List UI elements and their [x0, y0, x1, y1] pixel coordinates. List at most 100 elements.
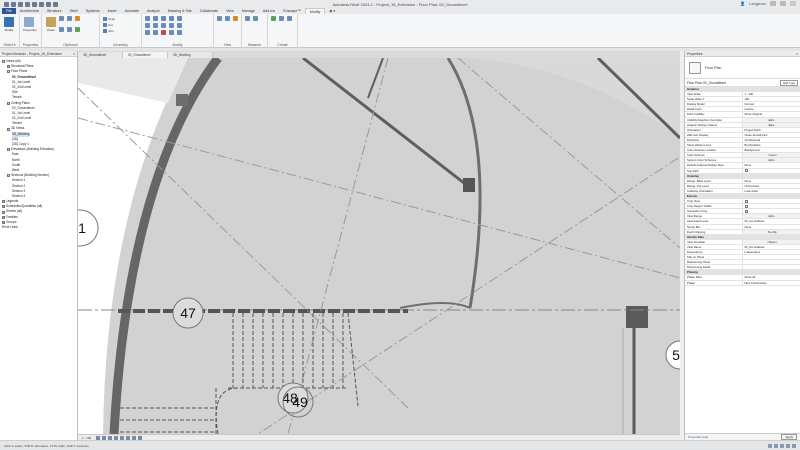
property-value[interactable]: Independent	[743, 250, 800, 254]
properties-help-link[interactable]: Properties help	[688, 435, 708, 439]
property-edit-button[interactable]: No clip	[742, 229, 800, 234]
worksets-icon[interactable]	[768, 443, 772, 448]
property-edit-button[interactable]: Edit...	[742, 122, 800, 127]
cut-icon[interactable]	[59, 16, 64, 21]
floor-region[interactable]	[103, 58, 680, 434]
property-value[interactable]: 1 : 100	[743, 92, 800, 96]
measure-distance-icon[interactable]	[245, 16, 250, 21]
copy-icon[interactable]	[67, 16, 72, 21]
grid-bubble-47[interactable]: 47	[172, 297, 204, 329]
maximize-button[interactable]	[780, 1, 786, 6]
split-gap-icon[interactable]	[177, 30, 182, 35]
property-value[interactable]: New Construction	[743, 281, 800, 285]
scale-icon[interactable]	[145, 30, 150, 35]
crop-view-icon[interactable]	[120, 435, 125, 440]
shadows-icon[interactable]	[114, 435, 119, 440]
property-value[interactable]: Architectural	[743, 138, 800, 142]
paste-tool[interactable]: Paste	[45, 16, 57, 36]
temporary-hide-icon[interactable]	[132, 435, 137, 440]
collapse-icon[interactable]: −	[2, 60, 5, 64]
collapse-icon[interactable]: −	[7, 127, 10, 131]
property-value[interactable]	[743, 204, 800, 208]
wall-join-icon[interactable]	[75, 27, 80, 32]
property-edit-button[interactable]: Edit...	[742, 214, 800, 219]
collapse-icon[interactable]: −	[7, 174, 10, 178]
minimize-button[interactable]	[770, 1, 776, 6]
mirror-axis-icon[interactable]	[161, 16, 166, 21]
property-value[interactable]: None	[743, 225, 800, 229]
expand-icon[interactable]: +	[2, 200, 5, 204]
expand-icon[interactable]: +	[2, 220, 5, 224]
mirror-draw-icon[interactable]	[169, 16, 174, 21]
property-checkbox[interactable]	[744, 210, 748, 214]
property-value[interactable]: 00_Groundlevel	[743, 219, 800, 223]
split-icon[interactable]	[177, 16, 182, 21]
property-value[interactable]: Look down	[743, 189, 800, 193]
property-value[interactable]	[743, 209, 800, 214]
property-edit-button[interactable]: Edit...	[742, 158, 800, 163]
rotate-icon[interactable]	[161, 23, 166, 28]
property-value[interactable]: Normal	[743, 102, 800, 106]
design-options-icon[interactable]	[774, 443, 778, 448]
offset-icon[interactable]	[153, 16, 158, 21]
expand-icon[interactable]: +	[7, 65, 10, 69]
property-value[interactable]: Project North	[743, 128, 800, 132]
unjoin-icon[interactable]	[67, 27, 72, 32]
corner-column[interactable]	[626, 306, 648, 328]
property-value[interactable]: Show All	[743, 275, 800, 279]
create-group-icon[interactable]	[287, 16, 292, 21]
type-selector[interactable]: Floor Plan	[685, 57, 800, 79]
view-scale[interactable]: 1 : 100	[82, 436, 91, 440]
property-value[interactable]: 100	[743, 97, 800, 101]
reveal-hidden-icon[interactable]	[138, 435, 143, 440]
select-pinned-icon[interactable]	[786, 443, 790, 448]
user-icon[interactable]: 👤	[740, 1, 745, 6]
modify-tool[interactable]: Modify	[3, 16, 15, 36]
select-panel-label[interactable]: Select ▾	[0, 43, 19, 47]
show-crop-icon[interactable]	[126, 435, 131, 440]
close-button[interactable]	[790, 1, 796, 6]
match-type-icon[interactable]	[75, 16, 80, 21]
property-value[interactable]: Show Original	[743, 112, 800, 116]
property-checkbox[interactable]	[744, 204, 748, 208]
drawing-canvas[interactable]: 47 48 49 1 5	[78, 58, 680, 434]
array-icon[interactable]	[177, 23, 182, 28]
collapse-icon[interactable]: −	[7, 70, 10, 74]
column[interactable]	[463, 178, 475, 192]
sun-path-icon[interactable]	[108, 435, 113, 440]
property-value[interactable]	[743, 255, 800, 259]
property-value[interactable]	[743, 199, 800, 203]
select-links-icon[interactable]	[780, 443, 784, 448]
property-value[interactable]: None	[743, 179, 800, 183]
property-edit-button[interactable]: <None>	[742, 239, 800, 244]
trim-icon[interactable]	[169, 23, 174, 28]
collapse-icon[interactable]: −	[7, 101, 10, 105]
edit-type-button[interactable]: Edit Type	[780, 79, 798, 86]
aligned-dimension-icon[interactable]	[253, 16, 258, 21]
collapse-icon[interactable]: −	[7, 148, 10, 152]
linework-icon[interactable]	[233, 16, 238, 21]
close-icon[interactable]: ×	[796, 51, 798, 56]
property-value[interactable]	[743, 169, 800, 173]
align-icon[interactable]	[145, 16, 150, 21]
property-value[interactable]: 00_Groundlevel	[743, 245, 800, 249]
close-icon[interactable]: ×	[73, 51, 75, 56]
browser-tree-item[interactable]: Revit Links	[0, 225, 77, 230]
properties-tool[interactable]: Properties	[23, 16, 37, 36]
property-value[interactable]: None	[743, 163, 800, 167]
property-value[interactable]	[743, 260, 800, 264]
instance-selector[interactable]: Floor Plan: 00_Groundlevel	[687, 81, 726, 85]
property-value[interactable]	[743, 265, 800, 269]
property-edit-button[interactable]: Edit...	[742, 117, 800, 122]
property-value[interactable]: Clean all wall joins	[743, 133, 800, 137]
property-edit-button[interactable]: <none>	[742, 153, 800, 158]
create-parts-icon[interactable]	[279, 16, 284, 21]
wall-stub[interactable]	[176, 94, 188, 106]
visual-style-icon[interactable]	[102, 435, 107, 440]
delete-icon[interactable]	[161, 30, 166, 35]
property-checkbox[interactable]	[744, 169, 748, 173]
property-checkbox[interactable]	[744, 199, 748, 203]
unpin-icon[interactable]	[169, 30, 174, 35]
hide-element-icon[interactable]	[217, 16, 222, 21]
filter-icon[interactable]	[792, 443, 796, 448]
